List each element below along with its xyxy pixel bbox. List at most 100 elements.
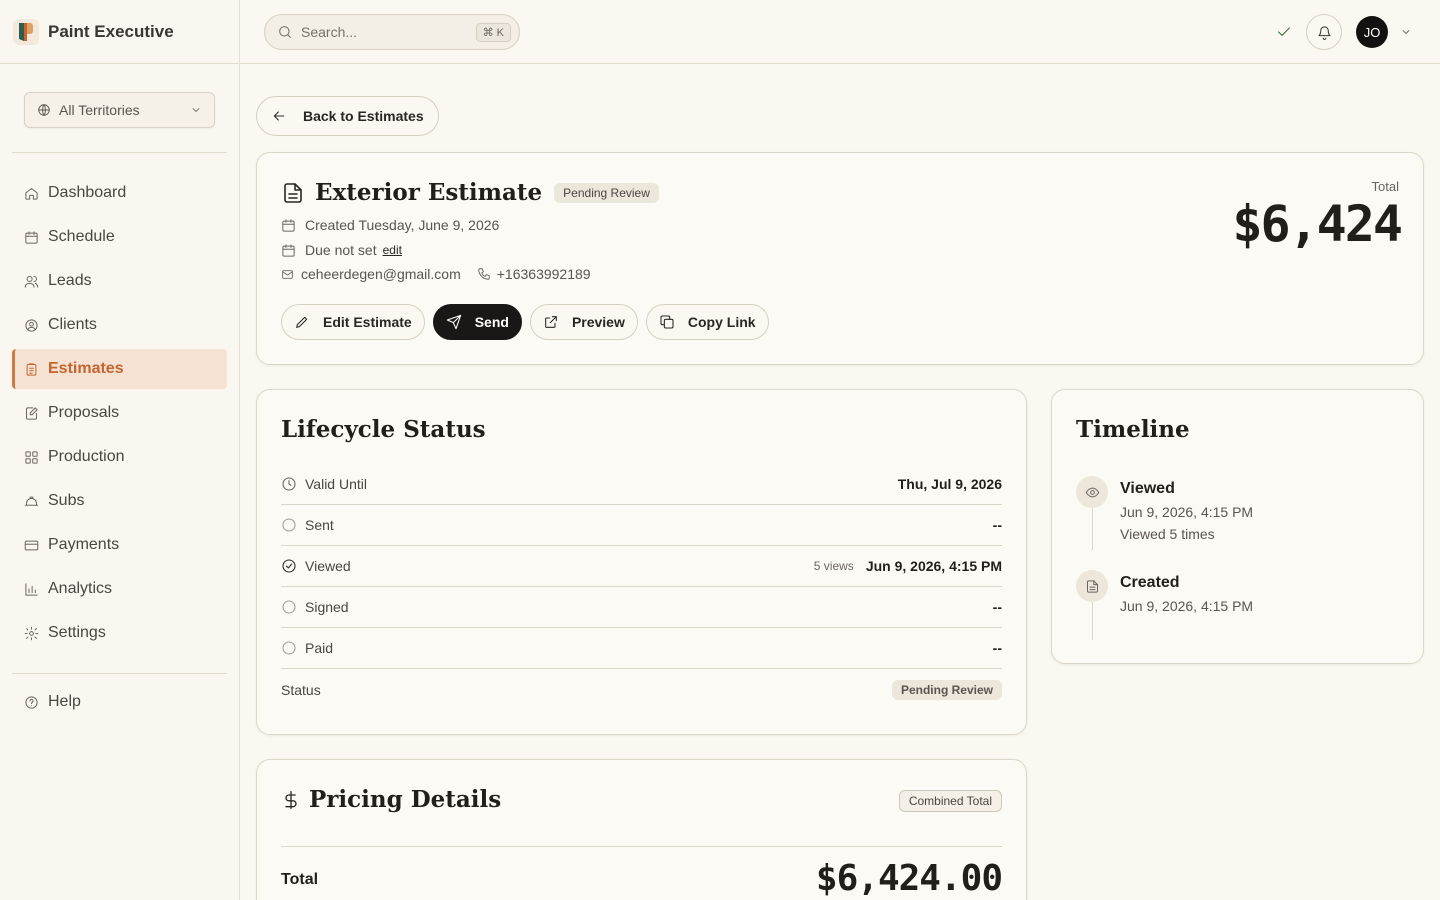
row-value: -- [992,599,1002,615]
client-email[interactable]: ceheerdegen@gmail.com [301,266,461,282]
created-date: Created Tuesday, June 9, 2026 [281,217,499,233]
territory-select[interactable]: All Territories [24,92,215,128]
back-to-estimates-button[interactable]: Back to Estimates [256,96,439,136]
users-icon [24,275,39,288]
calendar-icon [282,218,295,232]
due-text: Due not set [305,242,377,258]
lifecycle-rows: Valid Until Thu, Jul 9, 2026 Sent -- Vie… [281,464,1002,711]
row-value: Thu, Jul 9, 2026 [897,476,1002,492]
document-icon [284,182,302,203]
send-button[interactable]: Send [432,304,522,340]
copy-link-button[interactable]: Copy Link [645,304,769,340]
document-icon [1086,579,1098,593]
row-label: Sent [305,517,334,533]
sidebar-item-settings[interactable]: Settings [12,613,227,653]
brand-name: Paint Executive [48,21,174,41]
avatar[interactable]: JO [1356,16,1388,48]
lifecycle-title: Lifecycle Status [281,416,486,443]
created-text: Created Tuesday, June 9, 2026 [305,217,500,233]
sidebar-item-dashboard[interactable]: Dashboard [12,173,227,213]
chevron-down-icon[interactable] [1400,26,1412,38]
combined-total-badge: Combined Total [898,790,1002,812]
sidebar-item-production[interactable]: Production [12,437,227,477]
edit-due-link[interactable]: edit [383,243,402,257]
pricing-divider [281,846,1002,847]
status-badge: Pending Review [891,680,1002,700]
copy-link-label: Copy Link [687,314,756,330]
preview-button[interactable]: Preview [529,304,638,340]
total-label: Total [1371,179,1399,194]
sidebar-item-analytics[interactable]: Analytics [12,569,227,609]
total-value: $6,424 [1232,195,1403,253]
timeline-content: Created Jun 9, 2026, 4:15 PM [1120,570,1253,614]
page-title: Exterior Estimate [315,179,543,206]
estimate-title-row: Exterior Estimate Pending Review [281,179,659,206]
check-circle-icon [282,559,296,573]
globe-icon [38,104,50,116]
sidebar-item-label: Settings [48,624,106,641]
sidebar-item-estimates[interactable]: Estimates [12,349,227,389]
status-badge: Pending Review [554,182,659,203]
edit-estimate-button[interactable]: Edit Estimate [281,304,425,340]
lifecycle-row-sent: Sent -- [281,505,1002,546]
pricing-card: Pricing Details Combined Total Total $6,… [256,759,1027,900]
sidebar-item-payments[interactable]: Payments [12,525,227,565]
preview-label: Preview [571,314,625,330]
sidebar-item-subs[interactable]: Subs [12,481,227,521]
row-label: Valid Until [305,476,367,492]
timeline-item-note: Viewed 5 times [1120,526,1215,542]
circle-icon [282,600,296,614]
home-icon [25,187,38,200]
back-label: Back to Estimates [303,108,424,124]
topbar: Search... ⌘ K JO [240,0,1440,64]
pricing-title-row: Pricing Details [281,786,501,813]
external-link-icon [545,316,557,328]
search-icon [279,26,291,38]
pencil-icon [296,316,308,328]
calendar-icon [25,230,38,244]
edit-doc-icon [26,406,38,420]
sidebar-item-help[interactable]: Help [12,682,227,722]
clock-icon [282,477,296,491]
sidebar-item-label: Clients [48,316,97,333]
gear-icon [24,626,39,640]
sidebar-item-proposals[interactable]: Proposals [12,393,227,433]
send-label: Send [474,314,509,330]
row-label: Viewed [305,558,351,574]
arrow-left-icon [273,111,285,121]
grid-icon [25,450,38,464]
contact-info: ceheerdegen@gmail.com +16363992189 [281,266,591,282]
bar-chart-icon [25,582,38,596]
timeline-item-title: Created [1120,574,1180,591]
eye-icon [1085,487,1099,497]
sidebar-item-label: Schedule [48,228,115,245]
client-phone[interactable]: +16363992189 [497,266,591,282]
pricing-title: Pricing Details [309,786,502,813]
lifecycle-card: Lifecycle Status Valid Until Thu, Jul 9,… [256,389,1027,735]
sidebar-item-label: Leads [48,272,92,289]
sidebar-item-clients[interactable]: Clients [12,305,227,345]
check-icon[interactable] [1276,24,1292,40]
lifecycle-row-viewed: Viewed 5 views Jun 9, 2026, 4:15 PM [281,546,1002,587]
timeline-item-time: Jun 9, 2026, 4:15 PM [1120,504,1254,520]
timeline-item: Created Jun 9, 2026, 4:15 PM [1076,570,1253,614]
row-value: Jun 9, 2026, 4:15 PM [865,558,1002,574]
lifecycle-row-valid-until: Valid Until Thu, Jul 9, 2026 [281,464,1002,505]
sidebar-item-label: Analytics [48,580,113,597]
estimate-header-card: Exterior Estimate Pending Review Created… [256,152,1424,365]
search-input[interactable]: Search... ⌘ K [264,14,520,50]
sidebar-item-label: Help [48,693,81,710]
lifecycle-row-signed: Signed -- [281,587,1002,628]
sidebar-item-leads[interactable]: Leads [12,261,227,301]
sidebar-item-schedule[interactable]: Schedule [12,217,227,257]
sidebar: Paint Executive All Territories Dashboar… [0,0,240,900]
help-icon [25,695,38,709]
pricing-total-label: Total [281,871,319,888]
pricing-total-value: $6,424.00 [815,858,1003,899]
notifications-button[interactable] [1306,14,1342,50]
sidebar-item-label: Subs [48,492,85,509]
brand[interactable]: Paint Executive [0,0,239,64]
sidebar-item-label: Payments [48,536,120,553]
timeline-card: Timeline Viewed Jun 9, 2026, 4:15 PM Vie… [1051,389,1424,664]
hard-hat-icon [24,496,39,506]
